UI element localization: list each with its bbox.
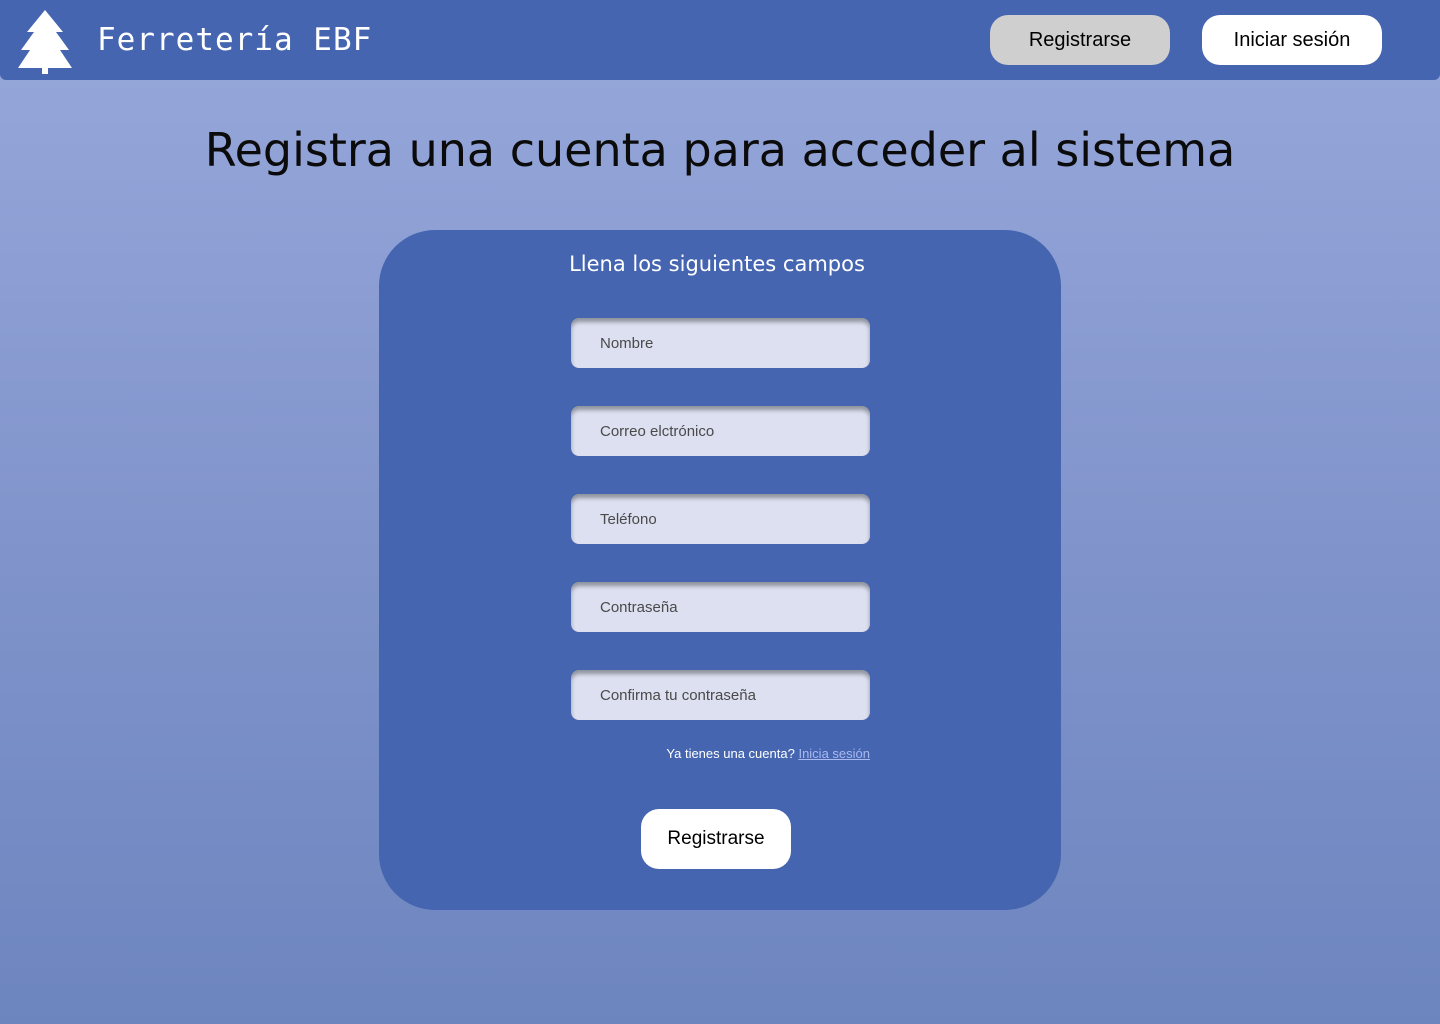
- email-field[interactable]: [571, 406, 870, 456]
- phone-field[interactable]: [571, 494, 870, 544]
- brand-name: Ferretería EBF: [97, 22, 373, 58]
- pine-tree-icon: [18, 10, 72, 74]
- top-navbar: Ferretería EBF Registrarse Iniciar sesió…: [0, 0, 1440, 80]
- account-prompt-text: Ya tienes una cuenta?: [666, 746, 795, 761]
- password-field[interactable]: [571, 582, 870, 632]
- nav-register-button[interactable]: Registrarse: [990, 15, 1170, 65]
- login-link[interactable]: Inicia sesión: [798, 746, 870, 761]
- confirm-password-field[interactable]: [571, 670, 870, 720]
- submit-register-button[interactable]: Registrarse: [641, 809, 791, 869]
- nav-login-button[interactable]: Iniciar sesión: [1202, 15, 1382, 65]
- name-field[interactable]: [571, 318, 870, 368]
- form-heading: Llena los siguientes campos: [569, 252, 865, 276]
- page-title: Registra una cuenta para acceder al sist…: [204, 123, 1236, 177]
- account-prompt-line: Ya tienes una cuenta? Inicia sesión: [571, 745, 870, 763]
- register-form-card: Llena los siguientes campos Ya tienes un…: [379, 230, 1061, 910]
